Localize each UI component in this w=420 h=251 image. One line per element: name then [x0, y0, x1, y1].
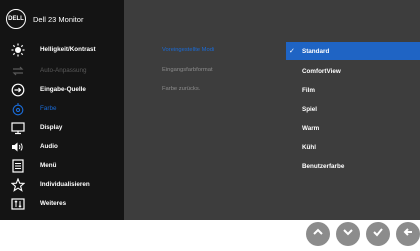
input-source-icon: [11, 83, 25, 97]
option-film[interactable]: Film: [286, 81, 420, 99]
menu-label: Eingabe-Quelle: [40, 86, 86, 93]
option-label: Film: [302, 86, 315, 94]
ok-button[interactable]: [366, 222, 390, 246]
up-button[interactable]: [306, 222, 330, 246]
menu-item-input-source[interactable]: Eingabe-Quelle: [0, 80, 124, 99]
submenu-preset-modes[interactable]: Voreingestellte Modi: [162, 47, 214, 53]
check-icon: ✓: [289, 48, 295, 55]
menu-item-color[interactable]: Farbe: [0, 99, 124, 118]
option-label: Warm: [302, 124, 320, 132]
check-icon: [372, 225, 384, 243]
preset-options-panel: ✓ Standard ComfortView Film Spiel Warm K…: [286, 40, 420, 220]
menu-label: Helligkeit/Kontrast: [40, 46, 96, 53]
option-label: Kühl: [302, 143, 316, 151]
menu-label: Menü: [40, 162, 57, 169]
down-button[interactable]: [336, 222, 360, 246]
menu-icon: [11, 158, 25, 173]
option-warm[interactable]: Warm: [286, 119, 420, 137]
audio-icon: [11, 140, 25, 154]
option-label: Spiel: [302, 105, 318, 113]
display-icon: [11, 121, 25, 135]
osd-sidebar: DELL Dell 23 Monitor Helligkeit/Kontrast…: [0, 0, 124, 220]
back-button[interactable]: [396, 222, 420, 246]
menu-label: Farbe: [40, 105, 57, 112]
menu-item-menu[interactable]: Menü: [0, 156, 124, 175]
menu-label: Auto-Anpassung: [40, 67, 87, 74]
menu-label: Weiteres: [40, 200, 67, 207]
option-spiel[interactable]: Spiel: [286, 100, 420, 118]
menu-item-audio[interactable]: Audio: [0, 137, 124, 156]
menu-label: Individualisieren: [40, 181, 90, 188]
star-icon: [11, 177, 25, 192]
menu-label: Audio: [40, 143, 58, 150]
submenu-reset-color[interactable]: Farbe zurücks.: [162, 86, 200, 92]
option-label: Benutzerfarbe: [302, 162, 345, 170]
option-kuehl[interactable]: Kühl: [286, 138, 420, 156]
color-icon: [11, 102, 25, 116]
option-comfortview[interactable]: ComfortView: [286, 62, 420, 80]
osd-header: DELL Dell 23 Monitor: [0, 0, 124, 38]
menu-item-personalize[interactable]: Individualisieren: [0, 175, 124, 194]
menu-item-auto-adjust[interactable]: Auto-Anpassung: [0, 61, 124, 80]
option-standard[interactable]: ✓ Standard: [286, 42, 420, 60]
option-benutzerfarbe[interactable]: Benutzerfarbe: [286, 157, 420, 175]
chevron-down-icon: [342, 225, 354, 243]
menu-label: Display: [40, 124, 63, 131]
osd-menu: DELL Dell 23 Monitor Helligkeit/Kontrast…: [0, 0, 420, 220]
back-arrow-icon: [402, 225, 414, 243]
chevron-up-icon: [312, 225, 324, 243]
menu-item-others[interactable]: Weiteres: [0, 194, 124, 213]
auto-adjust-icon: [11, 64, 25, 78]
menu-item-display[interactable]: Display: [0, 118, 124, 137]
option-label: Standard: [302, 47, 330, 55]
osd-title: Dell 23 Monitor: [33, 14, 84, 24]
menu-item-brightness-contrast[interactable]: Helligkeit/Kontrast: [0, 40, 124, 59]
submenu-input-color-format[interactable]: Eingangsfarbformat: [162, 67, 213, 73]
dell-logo: DELL: [6, 9, 26, 29]
brightness-icon: [11, 43, 25, 57]
option-label: ComfortView: [302, 67, 341, 75]
others-icon: [11, 197, 25, 211]
